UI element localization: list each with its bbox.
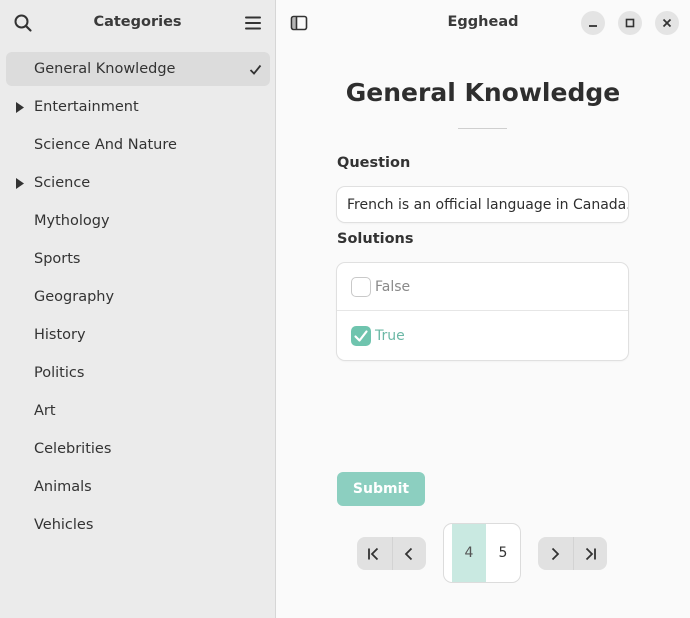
solutions-label: Solutions (337, 231, 414, 247)
close-icon (662, 18, 672, 28)
category-item-science-and-nature[interactable]: Science And Nature (6, 128, 270, 162)
solution-option-false[interactable]: False (337, 263, 628, 311)
question-text-value: French is an official language in Canada… (347, 196, 628, 213)
category-item-geography[interactable]: Geography (6, 280, 270, 314)
last-page-button[interactable] (572, 537, 608, 570)
chevron-left-icon (404, 547, 413, 560)
category-label: Mythology (34, 213, 110, 229)
minimize-icon (589, 25, 597, 27)
main-content: Egghead General Knowledge Question Frenc… (276, 0, 690, 618)
first-page-icon (368, 547, 379, 560)
sidebar: Categories General Knowledge Entertainme… (0, 0, 276, 618)
page-4-button[interactable]: 4 (452, 524, 486, 582)
close-button[interactable] (655, 11, 679, 35)
category-label: History (34, 327, 86, 343)
category-list: General Knowledge Entertainment Science … (6, 52, 270, 546)
category-item-general-knowledge[interactable]: General Knowledge (6, 52, 270, 86)
category-label: Entertainment (34, 99, 139, 115)
solution-option-true[interactable]: True (337, 312, 628, 360)
solutions-list: False True (337, 263, 628, 360)
category-label: Science (34, 175, 91, 191)
page-selector: 4 5 (444, 524, 520, 582)
category-label: General Knowledge (34, 61, 176, 77)
previous-page-button[interactable] (391, 537, 427, 570)
checkmark-icon (249, 64, 262, 75)
page-title: General Knowledge (345, 78, 621, 107)
category-label: Politics (34, 365, 85, 381)
category-item-entertainment[interactable]: Entertainment (6, 90, 270, 124)
submit-button[interactable]: Submit (337, 472, 425, 506)
first-page-button[interactable] (357, 537, 392, 570)
category-item-vehicles[interactable]: Vehicles (6, 508, 270, 542)
checkbox-checked[interactable] (351, 326, 371, 346)
checkbox-unchecked[interactable] (351, 276, 371, 297)
page-nav-forward-group (538, 537, 607, 570)
title-divider (458, 128, 507, 129)
category-item-history[interactable]: History (6, 318, 270, 352)
solution-label: False (375, 278, 411, 295)
category-label: Animals (34, 479, 92, 495)
category-item-science[interactable]: Science (6, 166, 270, 200)
expander-arrow-icon[interactable] (16, 178, 24, 189)
sidebar-title: Categories (93, 14, 182, 30)
next-page-button[interactable] (538, 537, 573, 570)
maximize-button[interactable] (618, 11, 642, 35)
category-item-sports[interactable]: Sports (6, 242, 270, 276)
hamburger-menu-icon[interactable] (243, 13, 263, 33)
category-label: Geography (34, 289, 115, 305)
minimize-button[interactable] (581, 11, 605, 35)
expander-arrow-icon[interactable] (16, 102, 24, 113)
question-text: French is an official language in Canada… (337, 187, 628, 222)
solution-label: True (375, 328, 405, 344)
category-item-politics[interactable]: Politics (6, 356, 270, 390)
category-item-animals[interactable]: Animals (6, 470, 270, 504)
sidebar-header: Categories (0, 0, 275, 46)
category-label: Science And Nature (34, 137, 177, 153)
category-label: Vehicles (34, 517, 94, 533)
checkmark-icon (354, 330, 368, 342)
category-item-art[interactable]: Art (6, 394, 270, 428)
category-item-mythology[interactable]: Mythology (6, 204, 270, 238)
category-label: Sports (34, 251, 81, 267)
chevron-right-icon (552, 547, 560, 560)
page-5-button[interactable]: 5 (486, 524, 520, 582)
category-label: Celebrities (34, 441, 112, 457)
maximize-icon (625, 18, 635, 28)
category-item-celebrities[interactable]: Celebrities (6, 432, 270, 466)
category-label: Art (34, 403, 56, 419)
page-nav-back-group (357, 537, 426, 570)
last-page-icon (586, 547, 597, 560)
question-label: Question (337, 155, 411, 171)
